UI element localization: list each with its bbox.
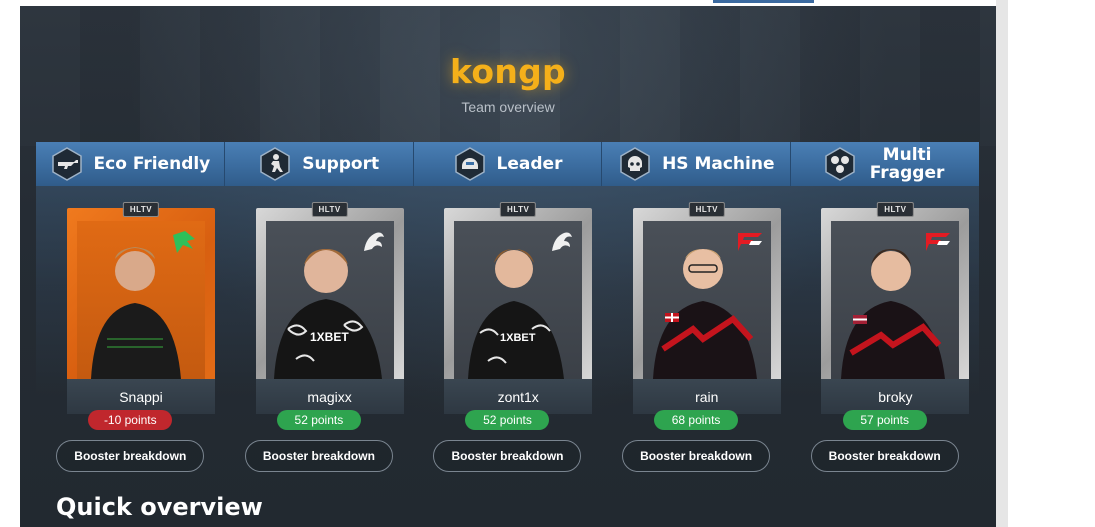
player-photo: 1XBET — [265, 221, 394, 379]
role-eco-friendly: Eco Friendly — [36, 142, 225, 186]
role-multi-fragger: Multi Fragger — [791, 142, 979, 186]
team-name: kongp — [450, 52, 566, 91]
player-name: magixx — [307, 388, 352, 405]
team-overview-panel: kongp Team overview Eco Friendly Support… — [20, 6, 996, 527]
player-cards: HLTV Snappi -10 points Booster breakdown — [36, 186, 979, 486]
player-photo — [642, 221, 771, 379]
booster-breakdown-button[interactable]: Booster breakdown — [56, 440, 205, 472]
booster-breakdown-button[interactable]: Booster breakdown — [244, 440, 393, 472]
team-spirit-logo — [552, 232, 573, 251]
player-photo — [831, 221, 960, 379]
player-name: rain — [695, 388, 719, 405]
hltv-tag: HLTV — [500, 202, 537, 217]
svg-text:1XBET: 1XBET — [500, 332, 536, 344]
card-frame: 1XBET HLTV magixx — [255, 202, 404, 414]
player-column: HLTV broky 57 points Booster breakdown — [790, 186, 979, 486]
role-hs-machine: HS Machine — [602, 142, 792, 186]
player-photo: 1XBET — [454, 221, 583, 379]
booster-breakdown-button[interactable]: Booster breakdown — [810, 440, 959, 472]
booster-breakdown-button[interactable]: Booster breakdown — [622, 440, 771, 472]
player-column: 1XBET HLTV magixx 52 points Booster brea… — [224, 186, 414, 486]
scrollbar-track[interactable] — [996, 0, 1008, 527]
role-leader: Leader — [413, 142, 603, 186]
multi-skull-icon — [823, 147, 857, 181]
hltv-tag: HLTV — [688, 202, 725, 217]
role-label: HS Machine — [662, 154, 775, 174]
page-right-margin — [1008, 0, 1095, 527]
active-tab-indicator — [713, 0, 814, 3]
quick-overview-heading: Quick overview — [56, 493, 263, 521]
points-badge: 57 points — [842, 410, 927, 430]
booster-breakdown-button[interactable]: Booster breakdown — [433, 440, 582, 472]
card-frame: HLTV broky — [821, 202, 970, 414]
name-plate: zont1x — [444, 379, 593, 414]
skull-icon — [618, 147, 652, 181]
hltv-tag: HLTV — [311, 202, 348, 217]
name-plate: Snappi — [67, 379, 215, 414]
faze-logo — [737, 233, 762, 251]
name-plate: broky — [821, 379, 970, 414]
name-plate: magixx — [255, 379, 404, 414]
player-column: HLTV rain 68 points Booster breakdown — [601, 186, 791, 486]
player-photo — [77, 221, 205, 379]
hltv-tag: HLTV — [877, 202, 914, 217]
faze-logo — [926, 233, 951, 251]
team-overview-label: Team overview — [461, 99, 555, 115]
player-card[interactable]: 1XBET HLTV zont1x — [444, 202, 593, 414]
role-label: Multi Fragger — [869, 145, 945, 183]
hltv-tag: HLTV — [122, 202, 160, 217]
player-name: broky — [878, 388, 913, 405]
points-badge: 68 points — [654, 410, 739, 430]
player-column: 1XBET HLTV zont1x 52 points Booster brea… — [413, 186, 602, 486]
svg-text:1XBET: 1XBET — [310, 330, 349, 344]
role-label: Leader — [496, 154, 563, 174]
player-column: HLTV Snappi -10 points Booster breakdown — [36, 186, 225, 486]
player-name: zont1x — [497, 388, 539, 405]
points-badge: 52 points — [465, 410, 550, 430]
player-card[interactable]: 1XBET HLTV magixx — [255, 202, 404, 414]
role-label: Support — [302, 154, 380, 174]
card-frame: HLTV Snappi — [67, 202, 215, 414]
points-badge: 52 points — [276, 410, 361, 430]
card-frame: HLTV rain — [632, 202, 781, 414]
team-spirit-logo — [363, 232, 384, 251]
points-badge: -10 points — [88, 410, 173, 430]
soldier-icon — [258, 147, 292, 181]
player-name: Snappi — [119, 388, 163, 405]
role-support: Support — [224, 142, 414, 186]
role-label: Eco Friendly — [93, 154, 211, 174]
team-falcons-logo — [173, 231, 195, 253]
card-frame: 1XBET HLTV zont1x — [444, 202, 593, 414]
player-card[interactable]: HLTV rain — [632, 202, 781, 414]
helmet-icon — [453, 147, 487, 181]
rifle-icon — [50, 147, 84, 181]
player-card[interactable]: HLTV broky — [821, 202, 970, 414]
page-left-margin — [0, 0, 20, 527]
role-bar: Eco Friendly Support Leader HS Machine M… — [36, 142, 979, 186]
player-card[interactable]: HLTV Snappi — [67, 202, 215, 414]
name-plate: rain — [632, 379, 781, 414]
